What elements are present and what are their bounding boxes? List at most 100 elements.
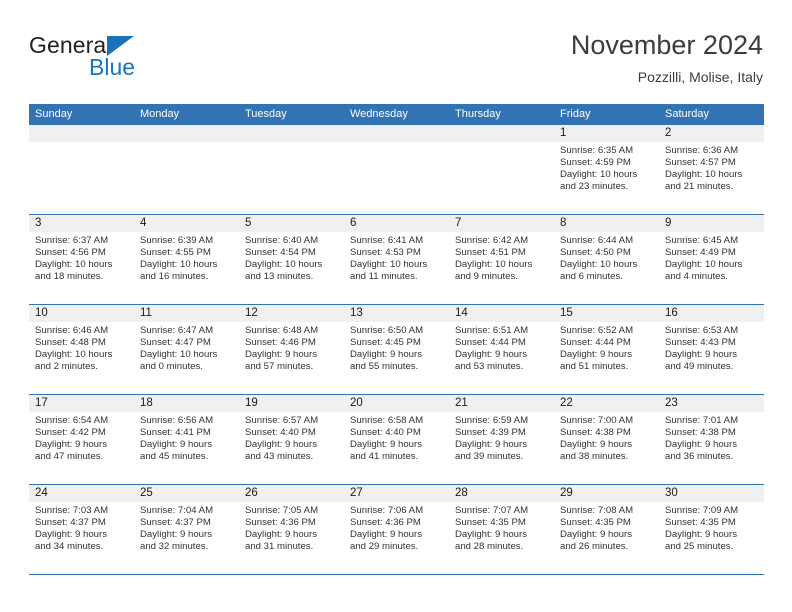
day-cell[interactable]: 6 Sunrise: 6:41 AM Sunset: 4:53 PM Daylight… xyxy=(344,215,449,304)
day-sun-info: Sunrise: 6:52 AM Sunset: 4:44 PM Daylight:… xyxy=(554,322,659,373)
day-cell[interactable]: 22 Sunrise: 7:00 AM Sunset: 4:38 PM Dayligh… xyxy=(554,395,659,484)
daylight-text-line2: and 21 minutes. xyxy=(665,180,734,192)
day-cell[interactable]: 28 Sunrise: 7:07 AM Sunset: 4:35 PM Dayligh… xyxy=(449,485,554,574)
day-sun-info: Sunrise: 6:36 AM Sunset: 4:57 PM Daylight:… xyxy=(659,142,764,193)
day-cell[interactable]: 27 Sunrise: 7:06 AM Sunset: 4:36 PM Dayligh… xyxy=(344,485,449,574)
sunset-text: Sunset: 4:36 PM xyxy=(245,516,316,528)
day-number: 29 xyxy=(554,485,659,502)
weekday-header-saturday: Saturday xyxy=(665,108,710,120)
sunset-text: Sunset: 4:47 PM xyxy=(140,336,211,348)
sunrise-text: Sunrise: 7:03 AM xyxy=(35,505,109,516)
daylight-text-line2: and 13 minutes. xyxy=(245,270,314,282)
daylight-text-line1: Daylight: 9 hours xyxy=(140,438,212,450)
sunrise-text: Sunrise: 6:57 AM xyxy=(245,415,319,426)
weekday-header-sunday: Sunday xyxy=(35,108,73,120)
day-cell[interactable]: 9 Sunrise: 6:45 AM Sunset: 4:49 PM Daylight… xyxy=(659,215,764,304)
daylight-text-line2: and 26 minutes. xyxy=(560,540,629,552)
sunset-text: Sunset: 4:35 PM xyxy=(665,516,736,528)
day-cell[interactable]: 8 Sunrise: 6:44 AM Sunset: 4:50 PM Daylight… xyxy=(554,215,659,304)
daylight-text-line1: Daylight: 9 hours xyxy=(560,348,632,360)
day-number xyxy=(239,125,344,142)
day-cell[interactable]: 10 Sunrise: 6:46 AM Sunset: 4:48 PM Dayligh… xyxy=(29,305,134,394)
daylight-text-line1: Daylight: 9 hours xyxy=(35,528,107,540)
daylight-text-line1: Daylight: 9 hours xyxy=(140,528,212,540)
sunset-text: Sunset: 4:50 PM xyxy=(560,246,631,258)
day-cell[interactable]: 18 Sunrise: 6:56 AM Sunset: 4:41 PM Dayligh… xyxy=(134,395,239,484)
day-cell[interactable]: 17 Sunrise: 6:54 AM Sunset: 4:42 PM Dayligh… xyxy=(29,395,134,484)
daylight-text-line1: Daylight: 9 hours xyxy=(665,348,737,360)
day-number xyxy=(449,125,554,142)
day-cell[interactable]: 16 Sunrise: 6:53 AM Sunset: 4:43 PM Dayligh… xyxy=(659,305,764,394)
sunrise-text: Sunrise: 7:09 AM xyxy=(665,505,739,516)
day-cell[interactable]: 19 Sunrise: 6:57 AM Sunset: 4:40 PM Dayligh… xyxy=(239,395,344,484)
sunrise-text: Sunrise: 6:45 AM xyxy=(665,235,739,246)
day-number: 26 xyxy=(239,485,344,502)
day-cell[interactable]: 11 Sunrise: 6:47 AM Sunset: 4:47 PM Dayligh… xyxy=(134,305,239,394)
day-sun-info: Sunrise: 6:58 AM Sunset: 4:40 PM Daylight:… xyxy=(344,412,449,463)
day-cell[interactable]: 4 Sunrise: 6:39 AM Sunset: 4:55 PM Daylight… xyxy=(134,215,239,304)
logo-text-blue: Blue xyxy=(89,54,136,80)
day-number: 23 xyxy=(659,395,764,412)
general-blue-logo[interactable]: General Blue xyxy=(29,32,259,88)
sunrise-text: Sunrise: 7:04 AM xyxy=(140,505,214,516)
day-number xyxy=(344,125,449,142)
sunrise-text: Sunrise: 6:42 AM xyxy=(455,235,529,246)
day-number: 1 xyxy=(554,125,659,142)
daylight-text-line2: and 18 minutes. xyxy=(35,270,104,282)
day-cell[interactable]: 30 Sunrise: 7:09 AM Sunset: 4:35 PM Dayligh… xyxy=(659,485,764,574)
page-subtitle: Pozzilli, Molise, Italy xyxy=(637,69,763,85)
page-header: General Blue November 2024 Pozzilli, Mol… xyxy=(29,28,763,98)
day-cell[interactable]: 23 Sunrise: 7:01 AM Sunset: 4:38 PM Dayligh… xyxy=(659,395,764,484)
daylight-text-line2: and 43 minutes. xyxy=(245,450,314,462)
calendar-page: General Blue November 2024 Pozzilli, Mol… xyxy=(0,0,792,612)
daylight-text-line2: and 28 minutes. xyxy=(455,540,524,552)
sunset-text: Sunset: 4:55 PM xyxy=(140,246,211,258)
weekday-header-monday: Monday xyxy=(140,108,180,120)
day-cell[interactable]: 25 Sunrise: 7:04 AM Sunset: 4:37 PM Dayligh… xyxy=(134,485,239,574)
title-block: November 2024 Pozzilli, Molise, Italy xyxy=(571,28,763,88)
sunset-text: Sunset: 4:45 PM xyxy=(350,336,421,348)
day-cell[interactable]: 20 Sunrise: 6:58 AM Sunset: 4:40 PM Dayligh… xyxy=(344,395,449,484)
daylight-text-line2: and 57 minutes. xyxy=(245,360,314,372)
daylight-text-line1: Daylight: 9 hours xyxy=(560,528,632,540)
daylight-text-line2: and 36 minutes. xyxy=(665,450,734,462)
daylight-text-line2: and 41 minutes. xyxy=(350,450,419,462)
day-sun-info: Sunrise: 6:46 AM Sunset: 4:48 PM Daylight:… xyxy=(29,322,134,373)
day-cell[interactable]: 12 Sunrise: 6:48 AM Sunset: 4:46 PM Dayligh… xyxy=(239,305,344,394)
day-number: 22 xyxy=(554,395,659,412)
day-cell[interactable]: 3 Sunrise: 6:37 AM Sunset: 4:56 PM Daylight… xyxy=(29,215,134,304)
day-cell[interactable]: 15 Sunrise: 6:52 AM Sunset: 4:44 PM Dayligh… xyxy=(554,305,659,394)
day-cell[interactable]: 1 Sunrise: 6:35 AM Sunset: 4:59 PM Daylight… xyxy=(554,125,659,214)
day-cell[interactable]: 7 Sunrise: 6:42 AM Sunset: 4:51 PM Daylight… xyxy=(449,215,554,304)
day-cell[interactable]: 21 Sunrise: 6:59 AM Sunset: 4:39 PM Dayligh… xyxy=(449,395,554,484)
day-cell[interactable]: 2 Sunrise: 6:36 AM Sunset: 4:57 PM Daylight… xyxy=(659,125,764,214)
daylight-text-line2: and 55 minutes. xyxy=(350,360,419,372)
day-cell[interactable]: 13 Sunrise: 6:50 AM Sunset: 4:45 PM Dayligh… xyxy=(344,305,449,394)
sunset-text: Sunset: 4:49 PM xyxy=(665,246,736,258)
daylight-text-line2: and 6 minutes. xyxy=(560,270,623,282)
daylight-text-line1: Daylight: 10 hours xyxy=(350,258,428,270)
day-cell[interactable]: 29 Sunrise: 7:08 AM Sunset: 4:35 PM Dayligh… xyxy=(554,485,659,574)
daylight-text-line1: Daylight: 9 hours xyxy=(245,348,317,360)
day-number: 21 xyxy=(449,395,554,412)
day-sun-info: Sunrise: 6:47 AM Sunset: 4:47 PM Daylight:… xyxy=(134,322,239,373)
daylight-text-line2: and 23 minutes. xyxy=(560,180,629,192)
daylight-text-line1: Daylight: 9 hours xyxy=(245,528,317,540)
sunrise-text: Sunrise: 6:54 AM xyxy=(35,415,109,426)
sunset-text: Sunset: 4:37 PM xyxy=(35,516,106,528)
sunrise-text: Sunrise: 7:08 AM xyxy=(560,505,634,516)
day-sun-info: Sunrise: 6:37 AM Sunset: 4:56 PM Daylight:… xyxy=(29,232,134,283)
day-cell-empty xyxy=(344,125,449,214)
sunset-text: Sunset: 4:51 PM xyxy=(455,246,526,258)
day-cell[interactable]: 24 Sunrise: 7:03 AM Sunset: 4:37 PM Dayligh… xyxy=(29,485,134,574)
sunset-text: Sunset: 4:42 PM xyxy=(35,426,106,438)
day-number: 3 xyxy=(29,215,134,232)
sunrise-text: Sunrise: 6:50 AM xyxy=(350,325,424,336)
daylight-text-line2: and 49 minutes. xyxy=(665,360,734,372)
day-cell[interactable]: 5 Sunrise: 6:40 AM Sunset: 4:54 PM Daylight… xyxy=(239,215,344,304)
calendar-week-row: 24 Sunrise: 7:03 AM Sunset: 4:37 PM Dayligh… xyxy=(29,485,764,575)
day-cell[interactable]: 14 Sunrise: 6:51 AM Sunset: 4:44 PM Dayligh… xyxy=(449,305,554,394)
daylight-text-line1: Daylight: 10 hours xyxy=(560,258,638,270)
day-number: 7 xyxy=(449,215,554,232)
day-cell[interactable]: 26 Sunrise: 7:05 AM Sunset: 4:36 PM Dayligh… xyxy=(239,485,344,574)
